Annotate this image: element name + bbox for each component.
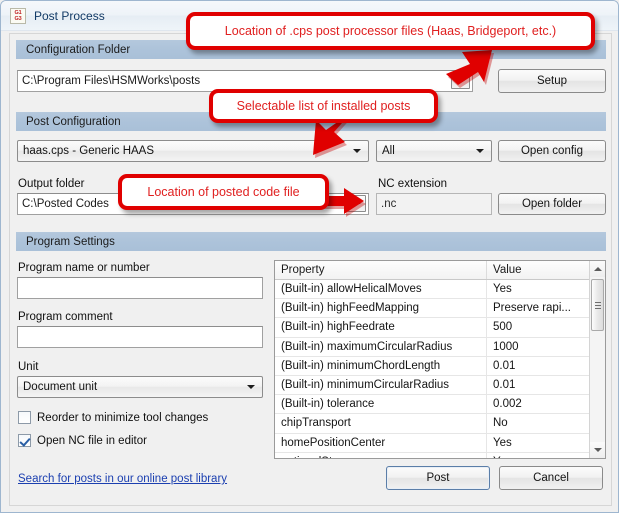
annotation-callout-2: Selectable list of installed posts <box>209 89 438 123</box>
annotation-callout-3: Location of posted code file <box>118 174 329 210</box>
screenshot-root: G1 G3 Post Process Configuration Folder … <box>0 0 619 513</box>
annotation-callout-1: Location of .cps post processor files (H… <box>186 12 595 50</box>
annotation-arrows <box>313 50 494 217</box>
